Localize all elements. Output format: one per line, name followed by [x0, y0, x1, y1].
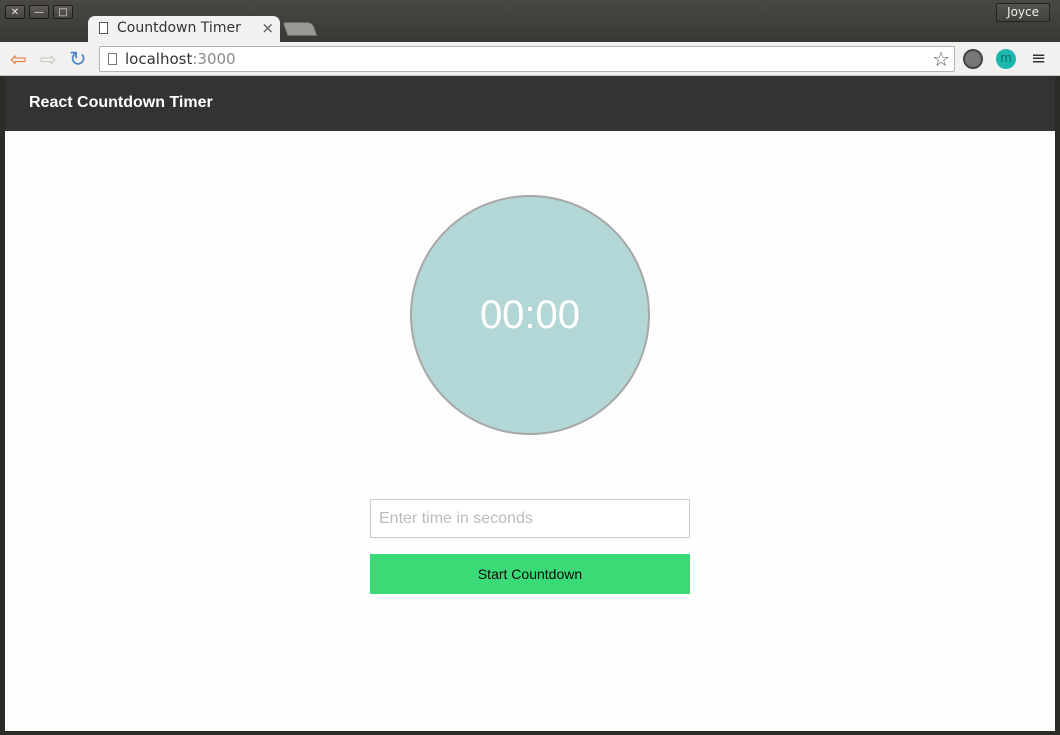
tab-countdown-timer[interactable]: Countdown Timer ×	[88, 16, 280, 42]
star-icon[interactable]: ☆	[932, 47, 950, 71]
brand-title[interactable]: React Countdown Timer	[29, 94, 213, 112]
browser-toolbar: ⇦ ⇨ ↻ localhost:3000 ☆ m ≡	[0, 42, 1060, 76]
page-icon	[108, 53, 117, 65]
tab-close-icon[interactable]: ×	[261, 19, 274, 37]
address-bar[interactable]: localhost:3000 ☆	[99, 46, 955, 72]
back-arrow-icon[interactable]: ⇦	[10, 49, 27, 69]
window-maximize-button[interactable]: □	[53, 5, 73, 19]
forward-arrow-icon[interactable]: ⇨	[40, 49, 57, 69]
url-host: localhost	[125, 50, 193, 68]
page-content: React Countdown Timer 00:00 Start Countd…	[5, 76, 1055, 731]
window-minimize-button[interactable]: —	[29, 5, 49, 19]
tab-title: Countdown Timer	[117, 20, 241, 36]
clock-display: 00:00	[479, 292, 581, 337]
url-text: localhost:3000	[125, 50, 236, 68]
reload-icon[interactable]: ↻	[69, 49, 87, 70]
extension-m-icon[interactable]: m	[996, 49, 1016, 69]
menu-icon[interactable]: ≡	[1031, 48, 1046, 69]
film-reel-icon[interactable]	[963, 49, 983, 69]
page-icon	[99, 22, 108, 34]
window-controls: ✕ — □	[5, 5, 73, 19]
window-close-button[interactable]: ✕	[5, 5, 25, 19]
window-titlebar: ✕ — □ Joyce Countdown Timer ×	[0, 0, 1060, 42]
new-tab-button[interactable]	[282, 22, 318, 36]
seconds-input[interactable]	[370, 499, 690, 538]
start-countdown-button[interactable]: Start Countdown	[370, 554, 690, 594]
countdown-clock: 00:00	[410, 195, 650, 435]
top-navbar: React Countdown Timer	[5, 76, 1055, 131]
profile-button[interactable]: Joyce	[996, 3, 1050, 22]
url-port: :3000	[192, 50, 236, 68]
